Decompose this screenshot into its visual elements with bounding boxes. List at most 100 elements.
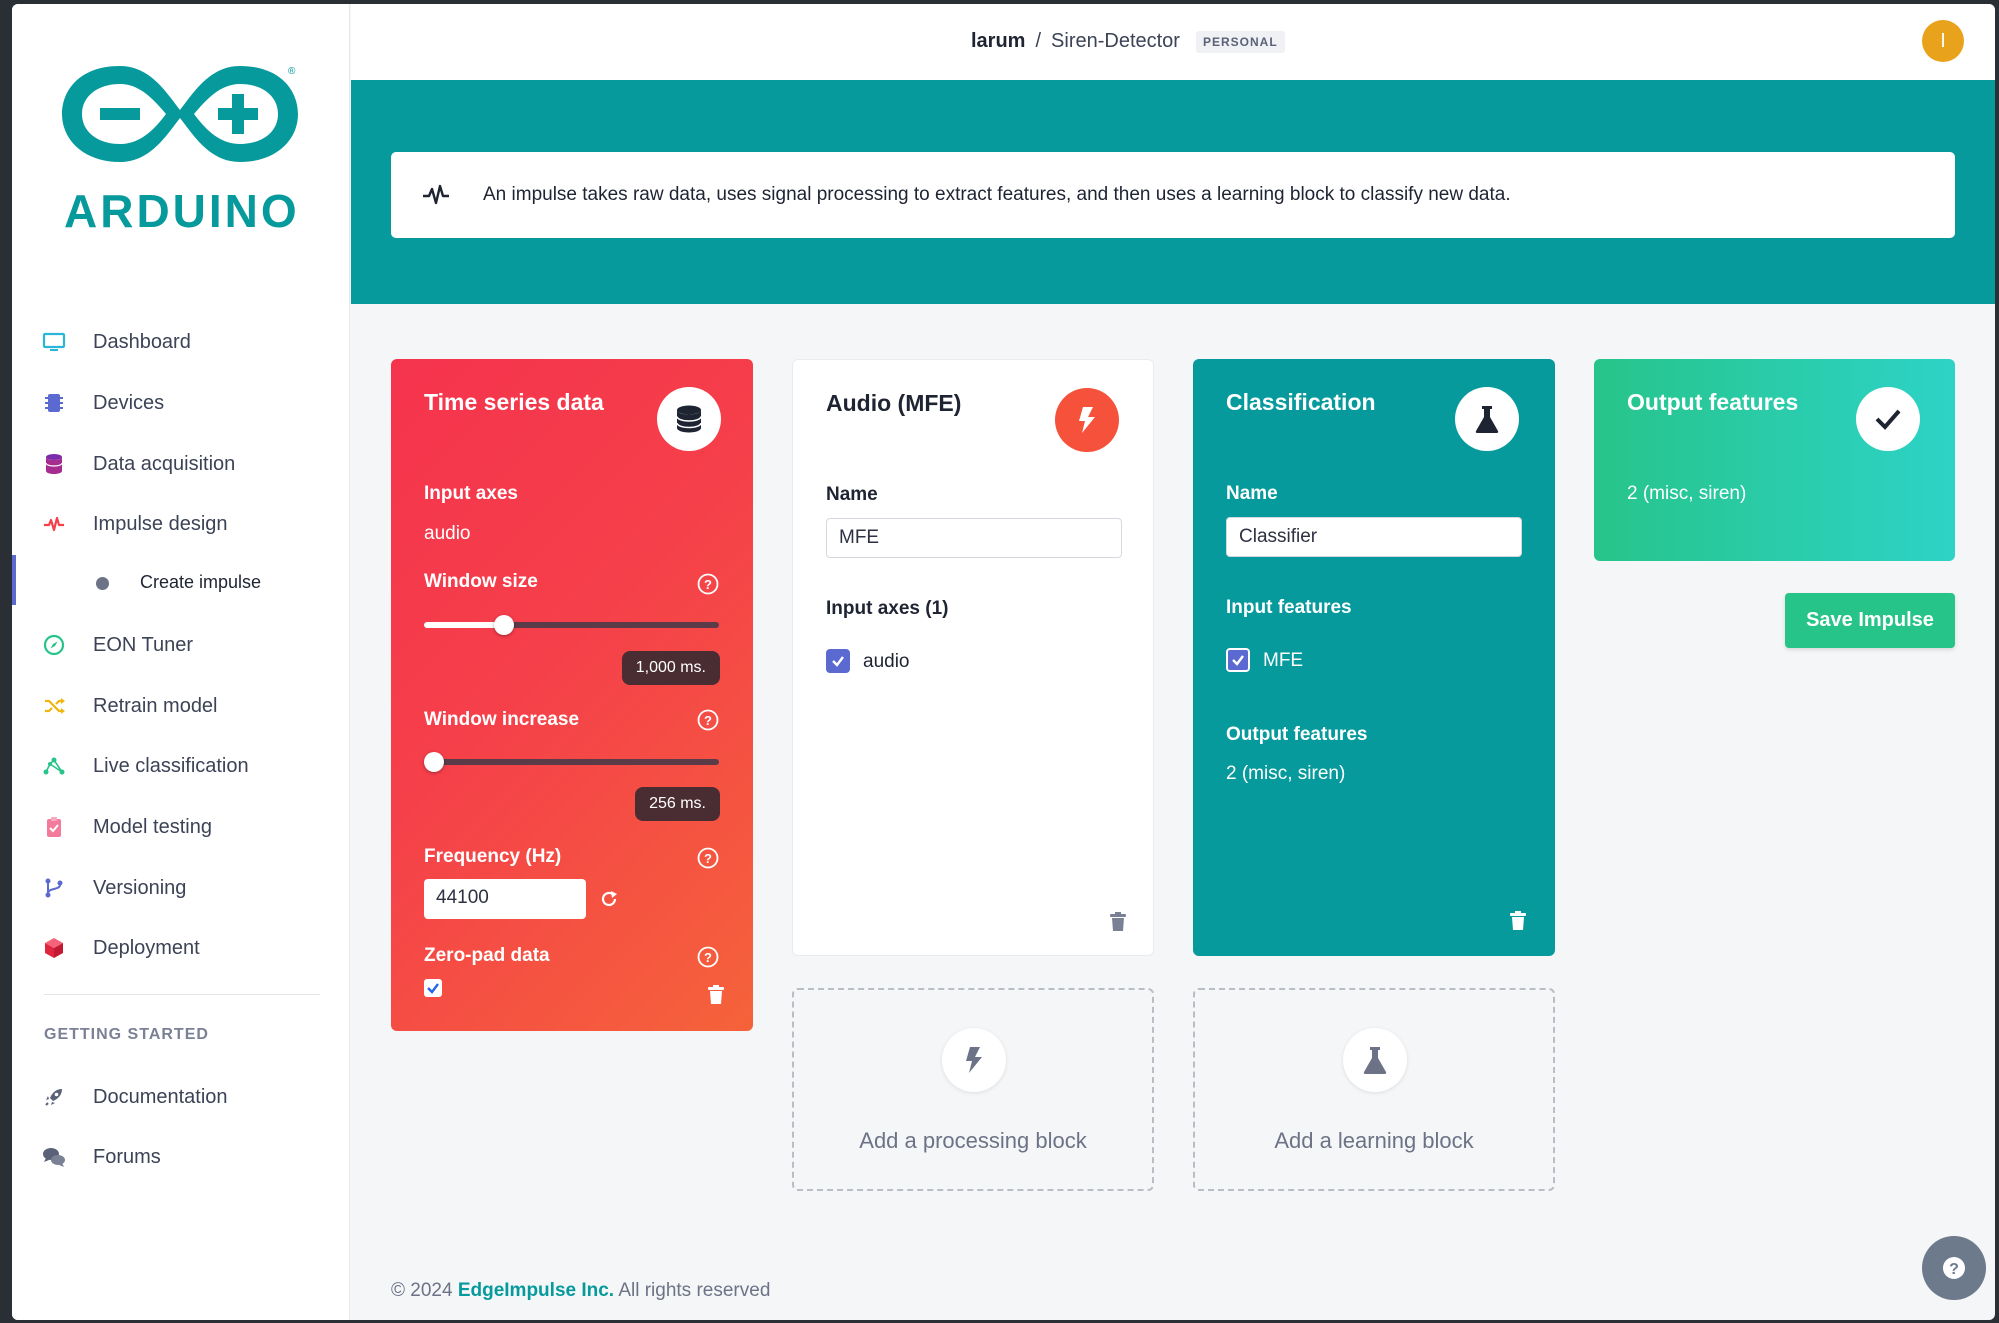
sidebar-link-documentation[interactable]: Documentation [12, 1074, 350, 1120]
svg-text:?: ? [704, 851, 712, 866]
zero-pad-checkbox[interactable] [424, 979, 442, 997]
zero-pad-label: Zero-pad data [424, 945, 550, 966]
sidebar-item-label: Dashboard [93, 330, 191, 353]
section-header: GETTING STARTED [44, 1026, 209, 1043]
user-avatar[interactable]: I [1922, 20, 1964, 62]
chat-icon [43, 1148, 65, 1167]
arduino-logo[interactable]: ® ARDUINO [62, 56, 302, 237]
input-feature-item: MFE [1263, 650, 1304, 671]
help-button[interactable]: ? [1922, 1236, 1986, 1300]
chip-icon [45, 394, 63, 412]
slider-thumb[interactable] [493, 615, 514, 635]
trash-icon[interactable] [1109, 912, 1127, 932]
window-size-value: 1,000 ms. [621, 651, 720, 685]
checkmark-icon [1875, 409, 1901, 430]
slider-thumb[interactable] [424, 752, 444, 772]
sidebar-link-forums[interactable]: Forums [12, 1134, 350, 1180]
network-icon [43, 757, 65, 775]
sidebar-item-label: Impulse design [93, 512, 228, 535]
output-features-block: Output features 2 (misc, siren) [1594, 359, 1955, 561]
help-icon[interactable]: ? [697, 709, 719, 731]
output-features-value: 2 (misc, siren) [1627, 483, 1747, 504]
svg-text:®: ® [288, 66, 296, 77]
output-features-value: 2 (misc, siren) [1226, 763, 1346, 784]
sidebar-item-label: Data acquisition [93, 452, 236, 475]
name-input[interactable]: Classifier [1226, 517, 1522, 557]
sidebar-divider [44, 994, 320, 995]
check-icon [832, 656, 844, 667]
sidebar-item-data-acquisition[interactable]: Data acquisition [12, 441, 350, 487]
help-icon[interactable]: ? [697, 847, 719, 869]
logo-text: ARDUINO [64, 185, 300, 237]
add-processing-block[interactable]: Add a processing block [792, 988, 1154, 1191]
save-impulse-button[interactable]: Save Impulse [1785, 593, 1955, 648]
add-learning-label: Add a learning block [1274, 1128, 1474, 1153]
block-badge [1055, 388, 1119, 452]
frequency-input[interactable]: 44100 [424, 879, 586, 919]
sidebar-item-model-testing[interactable]: Model testing [12, 804, 350, 850]
block-title: Output features [1627, 389, 1799, 415]
sidebar-item-deployment[interactable]: Deployment [12, 925, 350, 971]
database-icon [45, 454, 63, 474]
lightning-icon [966, 1047, 982, 1073]
input-axis-item: audio [863, 651, 910, 672]
breadcrumb: larum / Siren-Detector PERSONAL [971, 30, 1285, 53]
info-text: An impulse takes raw data, uses signal p… [483, 184, 1511, 205]
name-label: Name [826, 484, 878, 505]
sidebar-item-label: Documentation [93, 1085, 228, 1108]
sidebar-item-dashboard[interactable]: Dashboard [12, 319, 350, 365]
sidebar: ® ARDUINO Dashboard Devices Data acquisi… [12, 4, 350, 1320]
check-icon [427, 983, 439, 994]
sidebar-subitem-create-impulse[interactable]: Create impulse [12, 561, 350, 605]
sidebar-item-versioning[interactable]: Versioning [12, 865, 350, 911]
cube-icon [45, 938, 63, 958]
app-window: ® ARDUINO Dashboard Devices Data acquisi… [12, 4, 1995, 1320]
sidebar-item-impulse-design[interactable]: Impulse design [12, 501, 350, 547]
block-title: Time series data [424, 389, 604, 415]
trash-icon[interactable] [1509, 911, 1527, 931]
name-input[interactable]: MFE [826, 518, 1122, 558]
window-increase-label: Window increase [424, 709, 580, 730]
sidebar-item-retrain-model[interactable]: Retrain model [12, 683, 350, 729]
add-processing-label: Add a processing block [859, 1128, 1087, 1153]
help-icon[interactable]: ? [697, 573, 719, 595]
bullet-icon [96, 577, 109, 590]
help-icon[interactable]: ? [697, 946, 719, 968]
sidebar-item-label: Devices [93, 391, 165, 414]
flask-icon [1363, 1047, 1387, 1074]
pulse-icon [44, 516, 64, 532]
sidebar-item-label: EON Tuner [93, 633, 194, 656]
sidebar-subitem-label: Create impulse [140, 572, 262, 592]
sidebar-item-label: Forums [93, 1145, 161, 1168]
breadcrumb-user[interactable]: larum [971, 30, 1025, 53]
flask-icon [1475, 406, 1499, 433]
processing-block-mfe: Audio (MFE) Name MFE Input axes (1) audi… [792, 359, 1154, 956]
sidebar-item-devices[interactable]: Devices [12, 380, 350, 426]
refresh-icon[interactable] [599, 889, 619, 909]
slider-fill [424, 622, 504, 628]
check-icon [1232, 655, 1244, 666]
trash-icon[interactable] [707, 985, 725, 1005]
sidebar-item-eon-tuner[interactable]: EON Tuner [12, 622, 350, 668]
learning-block-classification: Classification Name Classifier Input fea… [1193, 359, 1555, 956]
mfe-checkbox[interactable] [1226, 648, 1250, 672]
window-size-label: Window size [424, 571, 538, 592]
window-size-slider[interactable] [424, 615, 719, 635]
window-increase-slider[interactable] [424, 752, 719, 772]
lightning-icon [1079, 407, 1095, 433]
output-features-label: Output features [1226, 724, 1368, 745]
add-learning-block[interactable]: Add a learning block [1193, 988, 1555, 1191]
input-axes-label: Input axes [424, 483, 518, 504]
sidebar-item-label: Deployment [93, 936, 200, 959]
audio-checkbox[interactable] [826, 649, 850, 673]
branch-icon [45, 878, 63, 898]
time-series-block: Time series data Input axes audio Window… [391, 359, 753, 1031]
breadcrumb-separator: / [1035, 30, 1042, 52]
svg-text:?: ? [1949, 1261, 1959, 1278]
sidebar-item-live-classification[interactable]: Live classification [12, 743, 350, 789]
sidebar-item-label: Versioning [93, 876, 187, 899]
breadcrumb-project[interactable]: Siren-Detector [1051, 30, 1180, 53]
block-badge [1455, 387, 1519, 451]
sidebar-item-label: Retrain model [93, 694, 218, 717]
footer-company-link[interactable]: EdgeImpulse Inc. [458, 1280, 614, 1301]
